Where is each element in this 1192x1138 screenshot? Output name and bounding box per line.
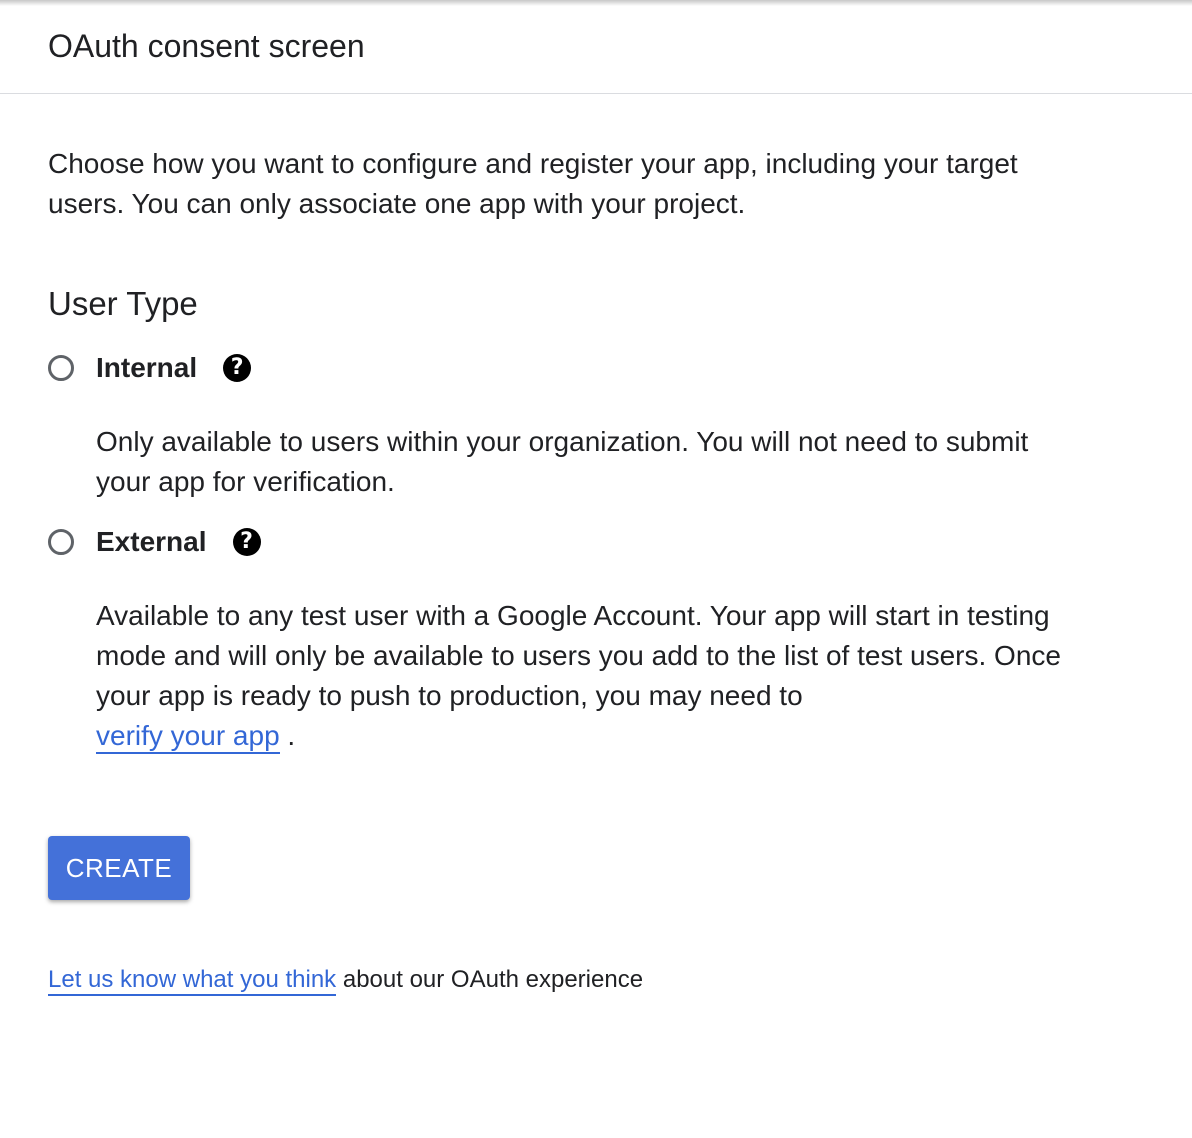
user-type-option-internal[interactable]: Internal ?	[48, 348, 252, 388]
external-description-text: Available to any test user with a Google…	[96, 600, 1061, 711]
question-circle-icon[interactable]: ?	[223, 354, 252, 382]
oauth-consent-page: OAuth consent screen Choose how you want…	[0, 0, 1192, 1138]
question-circle-icon[interactable]: ?	[232, 528, 261, 556]
page-header: OAuth consent screen	[0, 0, 1192, 94]
feedback-suffix: about our OAuth experience	[342, 966, 644, 993]
intro-text: Choose how you want to configure and reg…	[48, 148, 1018, 219]
user-type-heading: User Type	[48, 285, 198, 322]
verify-your-app-link[interactable]: verify your app	[96, 720, 280, 754]
feedback-link[interactable]: Let us know what you think	[48, 966, 337, 996]
external-description-end: .	[287, 720, 296, 751]
top-shadow	[0, 0, 1192, 6]
external-radio[interactable]	[48, 529, 74, 555]
internal-radio[interactable]	[48, 355, 74, 381]
internal-label[interactable]: Internal	[96, 348, 197, 388]
create-button[interactable]: CREATE	[48, 836, 190, 900]
user-type-option-external[interactable]: External ?	[48, 522, 261, 562]
external-description: Available to any test user with a Google…	[96, 596, 1086, 756]
feedback-line: Let us know what you think about our OAu…	[48, 962, 643, 998]
page-title: OAuth consent screen	[48, 28, 365, 64]
external-label[interactable]: External	[96, 522, 207, 562]
internal-description: Only available to users within your orga…	[96, 426, 1029, 497]
